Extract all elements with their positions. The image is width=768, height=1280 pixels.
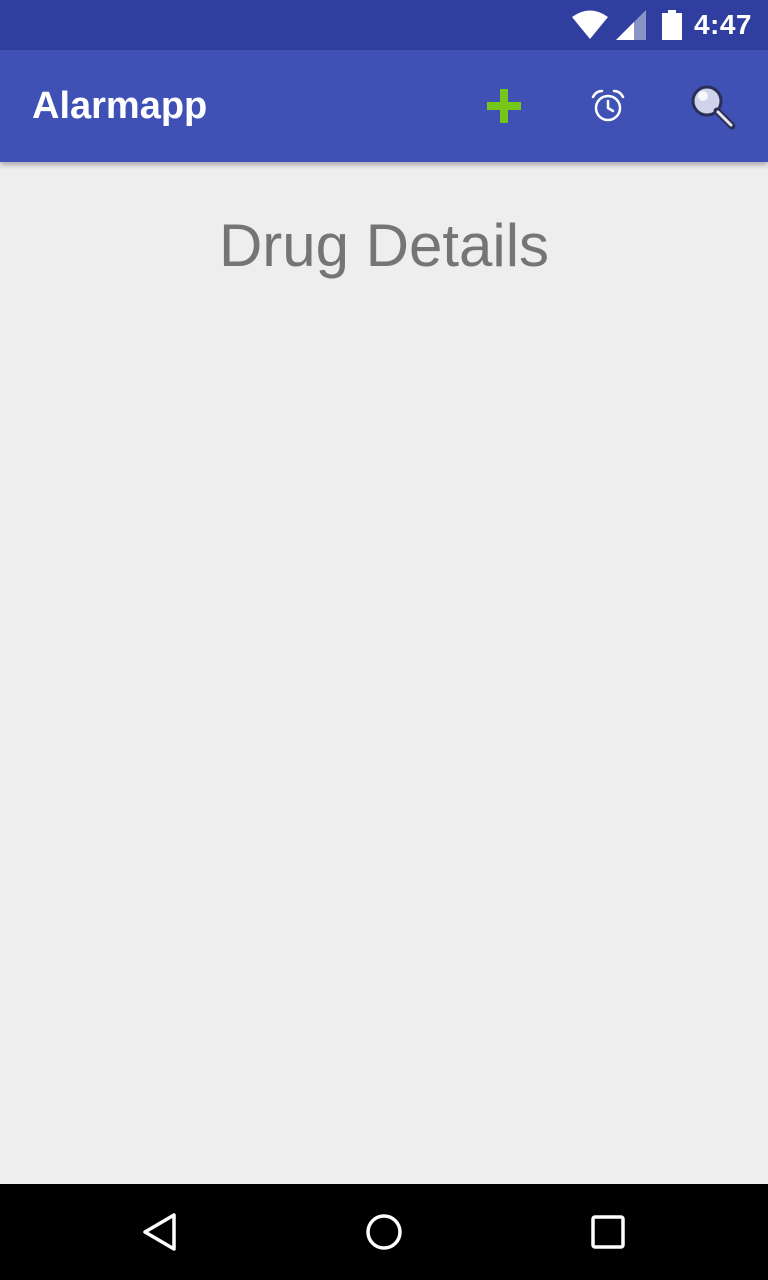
cell-signal-icon	[615, 10, 646, 40]
wifi-icon	[571, 10, 608, 40]
search-button[interactable]	[684, 78, 740, 134]
back-button[interactable]	[128, 1200, 192, 1264]
page-title: Drug Details	[218, 212, 550, 279]
recents-button[interactable]	[576, 1200, 640, 1264]
alarm-button[interactable]	[580, 78, 636, 134]
home-button[interactable]	[352, 1200, 416, 1264]
status-bar: 4:47	[0, 0, 768, 50]
status-time: 4:47	[693, 9, 752, 40]
app-bar: Alarmapp	[0, 50, 768, 162]
app-title: Alarmapp	[32, 85, 208, 127]
navigation-bar	[0, 1184, 768, 1280]
back-triangle-icon	[140, 1212, 180, 1252]
add-button[interactable]	[476, 78, 532, 134]
status-icons: 4:47	[571, 0, 752, 50]
main-content: Drug Details	[0, 162, 768, 1184]
alarm-clock-icon	[590, 88, 626, 124]
plus-icon	[486, 88, 522, 124]
magnifier-icon	[688, 82, 736, 130]
battery-icon	[661, 10, 682, 40]
home-circle-icon	[364, 1212, 404, 1252]
recents-square-icon	[588, 1212, 628, 1252]
